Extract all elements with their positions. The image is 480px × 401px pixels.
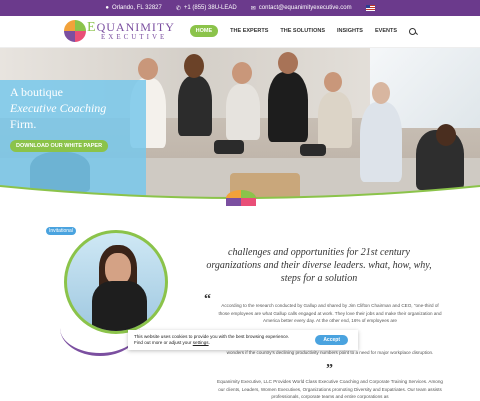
hero-chair	[214, 140, 244, 154]
nav-item-insights[interactable]: INSIGHTS	[337, 28, 363, 34]
invitational-badge: Invitational	[46, 227, 76, 235]
email-text[interactable]: contact@equanimityexecutive.com	[259, 5, 352, 11]
nav-item-the-solutions[interactable]: THE SOLUTIONS	[280, 28, 325, 34]
phone-item[interactable]: ✆ +1 (855) 38U-LEAD	[176, 5, 237, 12]
hero-person-head	[372, 82, 390, 104]
hero-title: A boutique Executive Coaching Firm.	[10, 84, 140, 132]
cookie-text: This website uses cookies to provide you…	[134, 334, 315, 346]
hero-person	[226, 84, 260, 140]
section-heading: challenges and opportunities for 21st ce…	[206, 247, 432, 284]
workplace-paragraph: wonders if the country's declining produ…	[226, 350, 434, 355]
hero-person-head	[436, 124, 456, 146]
location-text: Orlando, FL 32827	[112, 5, 162, 11]
location-item: ● Orlando, FL 32827	[105, 5, 161, 11]
logo-word-rest: UANIMITY	[106, 19, 175, 34]
cookie-line2: Find out more or adjust your settings.	[134, 340, 210, 345]
hero-person	[268, 72, 308, 142]
hero-title-line2: Executive Coaching	[10, 101, 107, 115]
hero-person	[318, 92, 352, 148]
hero-person	[360, 102, 402, 182]
search-icon[interactable]	[409, 27, 416, 35]
cookie-banner: This website uses cookies to provide you…	[128, 330, 358, 350]
nav-item-home[interactable]: HOME	[189, 25, 219, 37]
close-quote-icon: ”	[326, 362, 333, 377]
hero-person	[178, 76, 212, 136]
hero-title-line1: A boutique	[10, 85, 63, 99]
download-white-paper-button[interactable]: DOWNLOAD OUR WHITE PAPER	[10, 140, 109, 152]
cookie-line2-prefix: Find out more or adjust your	[134, 340, 193, 345]
logo-big-letter: E	[87, 19, 97, 35]
logo-word-prefix: Q	[96, 19, 107, 34]
primary-nav: HOME THE EXPERTS THE SOLUTIONS INSIGHTS …	[189, 25, 416, 37]
site-logo[interactable]: EQUANIMITY EXECUTIVE	[64, 20, 175, 42]
hero-person-head	[138, 58, 158, 80]
hero-person-head	[232, 62, 252, 84]
hero-chair	[300, 144, 326, 156]
company-paragraph: Equanimity Executive, LLC Provides World…	[217, 379, 443, 400]
divider-logo-icon	[226, 190, 256, 206]
mail-icon: ✉	[250, 5, 256, 12]
logo-circle-icon	[64, 20, 86, 42]
hero-title-line3: Firm.	[10, 117, 37, 131]
hero-person-head	[278, 52, 298, 74]
logo-wordmark: EQUANIMITY EXECUTIVE	[87, 19, 175, 41]
research-paragraph: According to the research conducted by G…	[218, 303, 442, 324]
us-flag-icon[interactable]	[365, 5, 375, 11]
phone-icon: ✆	[175, 5, 181, 12]
map-pin-icon: ●	[105, 5, 110, 11]
nav-item-the-experts[interactable]: THE EXPERTS	[230, 28, 268, 34]
logo-subtitle: EXECUTIVE	[101, 32, 168, 41]
phone-text[interactable]: +1 (855) 38U-LEAD	[184, 5, 237, 11]
accept-cookies-button[interactable]: Accept	[315, 335, 348, 345]
logo-wordmark-top: EQUANIMITY	[87, 19, 175, 35]
top-contact-bar: ● Orlando, FL 32827 ✆ +1 (855) 38U-LEAD …	[0, 0, 480, 16]
nav-item-events[interactable]: EVENTS	[375, 28, 397, 34]
open-quote-icon: “	[204, 292, 211, 307]
email-item[interactable]: ✉ contact@equanimityexecutive.com	[251, 5, 352, 12]
hero-person-head	[324, 72, 342, 92]
cookie-settings-link[interactable]: settings	[193, 340, 209, 345]
hero-person-head	[184, 54, 204, 78]
